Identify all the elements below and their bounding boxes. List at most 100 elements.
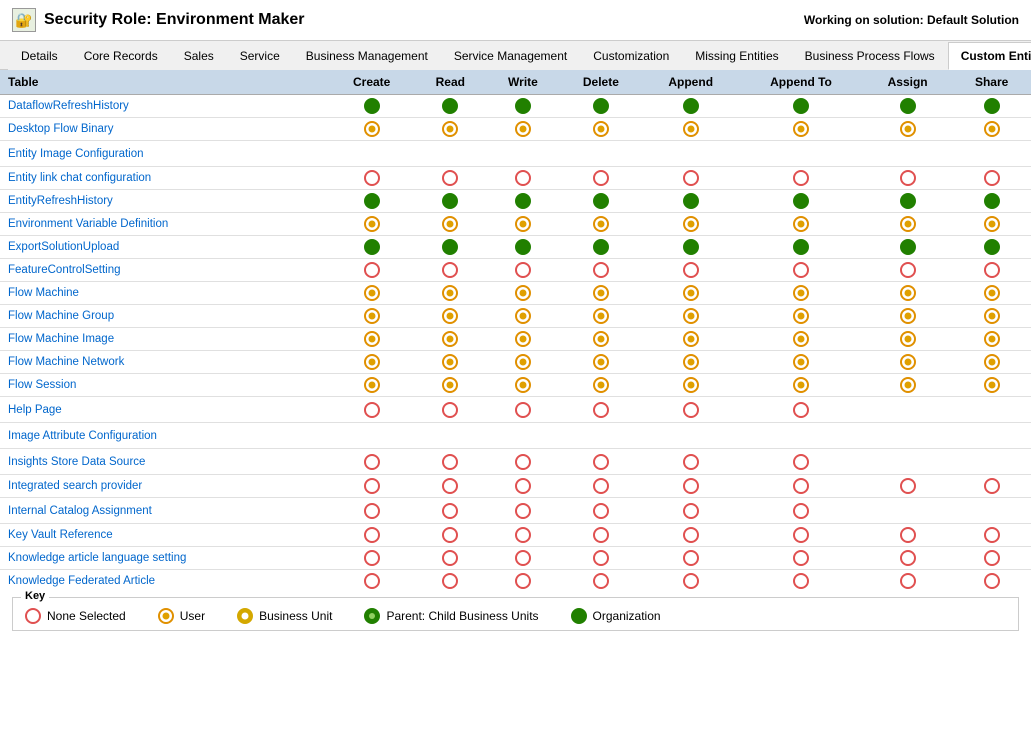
cell-appendTo[interactable] bbox=[739, 423, 863, 449]
cell-create[interactable] bbox=[329, 423, 414, 449]
cell-appendTo[interactable] bbox=[739, 213, 863, 236]
cell-read[interactable] bbox=[414, 167, 486, 190]
cell-write[interactable] bbox=[486, 118, 559, 141]
cell-write[interactable] bbox=[486, 498, 559, 524]
cell-create[interactable] bbox=[329, 547, 414, 570]
cell-write[interactable] bbox=[486, 190, 559, 213]
cell-append[interactable] bbox=[642, 282, 739, 305]
cell-share[interactable] bbox=[952, 475, 1031, 498]
cell-share[interactable] bbox=[952, 547, 1031, 570]
cell-read[interactable] bbox=[414, 190, 486, 213]
cell-write[interactable] bbox=[486, 547, 559, 570]
tab-service-management[interactable]: Service Management bbox=[441, 42, 580, 70]
cell-assign[interactable] bbox=[863, 351, 952, 374]
cell-write[interactable] bbox=[486, 236, 559, 259]
row-name[interactable]: Flow Machine Image bbox=[0, 328, 329, 351]
cell-share[interactable] bbox=[952, 259, 1031, 282]
row-name[interactable]: Flow Machine Network bbox=[0, 351, 329, 374]
cell-share[interactable] bbox=[952, 141, 1031, 167]
cell-appendTo[interactable] bbox=[739, 141, 863, 167]
cell-appendTo[interactable] bbox=[739, 259, 863, 282]
cell-share[interactable] bbox=[952, 498, 1031, 524]
cell-write[interactable] bbox=[486, 475, 559, 498]
cell-assign[interactable] bbox=[863, 305, 952, 328]
cell-create[interactable] bbox=[329, 524, 414, 547]
cell-create[interactable] bbox=[329, 213, 414, 236]
cell-delete[interactable] bbox=[559, 449, 642, 475]
row-name[interactable]: DataflowRefreshHistory bbox=[0, 95, 329, 118]
cell-share[interactable] bbox=[952, 190, 1031, 213]
cell-appendTo[interactable] bbox=[739, 524, 863, 547]
cell-append[interactable] bbox=[642, 524, 739, 547]
cell-delete[interactable] bbox=[559, 475, 642, 498]
cell-appendTo[interactable] bbox=[739, 498, 863, 524]
cell-create[interactable] bbox=[329, 570, 414, 590]
tab-business-management[interactable]: Business Management bbox=[293, 42, 441, 70]
cell-appendTo[interactable] bbox=[739, 95, 863, 118]
cell-read[interactable] bbox=[414, 397, 486, 423]
cell-read[interactable] bbox=[414, 423, 486, 449]
cell-delete[interactable] bbox=[559, 498, 642, 524]
cell-assign[interactable] bbox=[863, 118, 952, 141]
cell-appendTo[interactable] bbox=[739, 475, 863, 498]
cell-append[interactable] bbox=[642, 236, 739, 259]
cell-create[interactable] bbox=[329, 259, 414, 282]
cell-create[interactable] bbox=[329, 397, 414, 423]
cell-assign[interactable] bbox=[863, 524, 952, 547]
cell-append[interactable] bbox=[642, 118, 739, 141]
cell-delete[interactable] bbox=[559, 351, 642, 374]
cell-appendTo[interactable] bbox=[739, 547, 863, 570]
cell-append[interactable] bbox=[642, 570, 739, 590]
cell-write[interactable] bbox=[486, 305, 559, 328]
cell-delete[interactable] bbox=[559, 282, 642, 305]
cell-write[interactable] bbox=[486, 351, 559, 374]
cell-write[interactable] bbox=[486, 423, 559, 449]
cell-create[interactable] bbox=[329, 95, 414, 118]
row-name[interactable]: Knowledge article language setting bbox=[0, 547, 329, 570]
table-container[interactable]: TableCreateReadWriteDeleteAppendAppend T… bbox=[0, 70, 1031, 589]
cell-read[interactable] bbox=[414, 305, 486, 328]
tab-custom-entities[interactable]: Custom Entities bbox=[948, 42, 1031, 70]
cell-assign[interactable] bbox=[863, 423, 952, 449]
cell-delete[interactable] bbox=[559, 524, 642, 547]
cell-delete[interactable] bbox=[559, 328, 642, 351]
cell-write[interactable] bbox=[486, 374, 559, 397]
row-name[interactable]: Integrated search provider bbox=[0, 475, 329, 498]
cell-read[interactable] bbox=[414, 351, 486, 374]
cell-append[interactable] bbox=[642, 141, 739, 167]
cell-read[interactable] bbox=[414, 475, 486, 498]
cell-delete[interactable] bbox=[559, 397, 642, 423]
cell-append[interactable] bbox=[642, 547, 739, 570]
cell-read[interactable] bbox=[414, 547, 486, 570]
cell-read[interactable] bbox=[414, 95, 486, 118]
cell-write[interactable] bbox=[486, 449, 559, 475]
cell-read[interactable] bbox=[414, 236, 486, 259]
cell-share[interactable] bbox=[952, 213, 1031, 236]
cell-read[interactable] bbox=[414, 374, 486, 397]
cell-write[interactable] bbox=[486, 282, 559, 305]
cell-delete[interactable] bbox=[559, 118, 642, 141]
cell-delete[interactable] bbox=[559, 305, 642, 328]
row-name[interactable]: Flow Machine bbox=[0, 282, 329, 305]
cell-share[interactable] bbox=[952, 570, 1031, 590]
tab-missing-entities[interactable]: Missing Entities bbox=[682, 42, 791, 70]
cell-create[interactable] bbox=[329, 374, 414, 397]
cell-read[interactable] bbox=[414, 570, 486, 590]
cell-delete[interactable] bbox=[559, 95, 642, 118]
cell-assign[interactable] bbox=[863, 259, 952, 282]
cell-share[interactable] bbox=[952, 167, 1031, 190]
cell-assign[interactable] bbox=[863, 328, 952, 351]
row-name[interactable]: Flow Machine Group bbox=[0, 305, 329, 328]
cell-append[interactable] bbox=[642, 167, 739, 190]
cell-delete[interactable] bbox=[559, 213, 642, 236]
cell-read[interactable] bbox=[414, 328, 486, 351]
cell-share[interactable] bbox=[952, 328, 1031, 351]
cell-read[interactable] bbox=[414, 498, 486, 524]
cell-append[interactable] bbox=[642, 374, 739, 397]
cell-delete[interactable] bbox=[559, 570, 642, 590]
row-name[interactable]: Environment Variable Definition bbox=[0, 213, 329, 236]
cell-assign[interactable] bbox=[863, 167, 952, 190]
cell-appendTo[interactable] bbox=[739, 167, 863, 190]
cell-write[interactable] bbox=[486, 524, 559, 547]
row-name[interactable]: Image Attribute Configuration bbox=[0, 423, 329, 449]
